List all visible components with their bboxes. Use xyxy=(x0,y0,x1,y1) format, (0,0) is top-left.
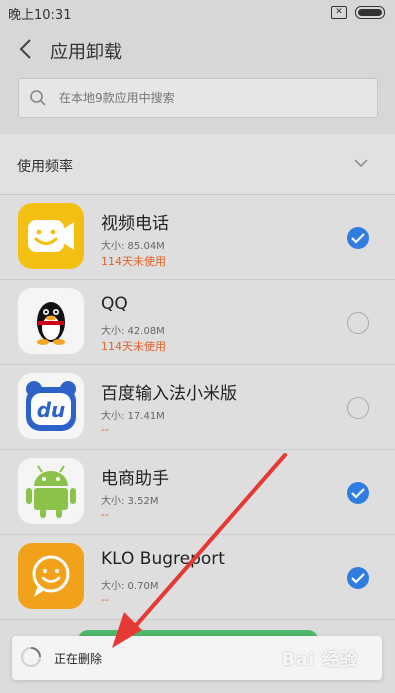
app-name: QQ xyxy=(101,294,128,314)
search-box[interactable] xyxy=(18,78,378,118)
page-title: 应用卸载 xyxy=(50,42,122,63)
android-robot-icon xyxy=(18,458,84,524)
battery-icon xyxy=(355,6,385,19)
select-checkbox[interactable] xyxy=(347,397,369,419)
select-checkbox[interactable] xyxy=(347,567,369,589)
app-name: 百度输入法小米版 xyxy=(101,384,237,404)
status-time: 晚上10:31 xyxy=(8,8,72,23)
chat-smile-icon xyxy=(18,543,84,609)
checkmark-icon xyxy=(351,233,365,244)
video-call-icon xyxy=(18,203,84,269)
no-sim-icon: ✕ xyxy=(331,6,347,19)
status-icons: ✕ xyxy=(331,6,385,19)
select-checkbox[interactable] xyxy=(347,312,369,334)
sort-dropdown[interactable]: 使用频率 xyxy=(0,134,395,195)
app-list: 视频电话 大小: 85.04M 114天未使用 QQ 大小: 42.08M 11… xyxy=(0,195,395,620)
app-size: 大小: 17.41M xyxy=(101,411,165,422)
app-usage: -- xyxy=(101,423,109,436)
app-usage: -- xyxy=(101,593,109,606)
app-row[interactable]: QQ 大小: 42.08M 114天未使用 xyxy=(0,280,395,365)
app-name: KLO Bugreport xyxy=(101,549,225,569)
app-header: 应用卸载 xyxy=(0,26,395,72)
app-size: 大小: 42.08M xyxy=(101,326,165,337)
app-usage: 114天未使用 xyxy=(101,340,166,353)
back-button[interactable] xyxy=(16,36,38,62)
app-size: 大小: 3.52M xyxy=(101,496,159,507)
app-usage: 114天未使用 xyxy=(101,255,166,268)
app-row[interactable]: 视频电话 大小: 85.04M 114天未使用 xyxy=(0,195,395,280)
search-area xyxy=(0,72,395,134)
app-size: 大小: 85.04M xyxy=(101,241,165,252)
search-input[interactable] xyxy=(57,87,361,109)
baidu-watermark: Bai 经验 xyxy=(282,650,359,670)
sort-label: 使用频率 xyxy=(17,159,73,175)
select-checkbox[interactable] xyxy=(347,227,369,249)
toast-message: 正在删除 xyxy=(54,652,103,666)
back-arrow-icon xyxy=(19,39,31,59)
app-row[interactable]: 电商助手 大小: 3.52M -- xyxy=(0,450,395,535)
svg-text:du: du xyxy=(37,398,66,422)
baidu-input-icon: du xyxy=(18,373,84,439)
app-row[interactable]: du 百度输入法小米版 大小: 17.41M -- xyxy=(0,365,395,450)
status-bar: 晚上10:31 ✕ xyxy=(0,0,395,26)
chevron-down-icon xyxy=(354,159,368,168)
loading-spinner-icon xyxy=(21,647,41,667)
qq-penguin-icon xyxy=(18,288,84,354)
app-name: 电商助手 xyxy=(101,469,169,489)
search-icon xyxy=(30,90,46,106)
checkmark-icon xyxy=(351,488,365,499)
app-name: 视频电话 xyxy=(101,214,169,234)
app-row[interactable]: KLO Bugreport 大小: 0.70M -- xyxy=(0,535,395,620)
checkmark-icon xyxy=(351,573,365,584)
select-checkbox[interactable] xyxy=(347,482,369,504)
app-usage: -- xyxy=(101,508,109,521)
app-size: 大小: 0.70M xyxy=(101,581,159,592)
